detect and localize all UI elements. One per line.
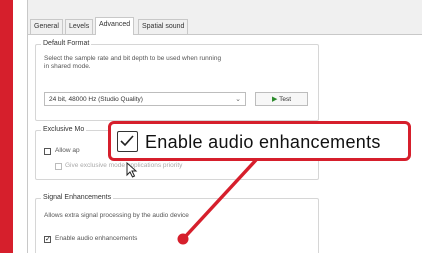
chevron-down-icon: ⌄ xyxy=(235,96,241,103)
zoom-callout: Enable audio enhancements xyxy=(108,121,411,161)
tab-bar: General Levels Advanced Spatial sound xyxy=(28,17,422,35)
enable-enhancements-label: Enable audio enhancements xyxy=(55,235,138,242)
test-button[interactable]: ▶ Test xyxy=(255,92,308,106)
mouse-pointer-icon xyxy=(126,161,138,183)
default-format-description-line1: Select the sample rate and bit depth to … xyxy=(44,55,222,62)
exclusive-mode-title: Exclusive Mo xyxy=(41,126,87,133)
default-format-title: Default Format xyxy=(41,40,92,47)
allow-exclusive-label: Allow ap xyxy=(55,147,80,154)
red-accent-bar xyxy=(0,0,13,253)
default-format-value: 24 bit, 48000 Hz (Studio Quality) xyxy=(49,96,143,103)
default-format-description-line2: in shared mode. xyxy=(44,63,91,70)
default-format-select[interactable]: 24 bit, 48000 Hz (Studio Quality) ⌄ xyxy=(44,92,246,106)
signal-enhancements-group xyxy=(35,198,319,253)
tab-general[interactable]: General xyxy=(30,19,63,34)
priority-label: Give exclusive mode applications priorit… xyxy=(65,162,183,169)
signal-enhancements-description: Allows extra signal processing by the au… xyxy=(44,212,189,219)
priority-checkbox[interactable] xyxy=(55,163,62,170)
tab-levels[interactable]: Levels xyxy=(65,19,94,34)
signal-enhancements-title: Signal Enhancements xyxy=(41,194,114,201)
callout-label: Enable audio enhancements xyxy=(145,132,381,152)
play-icon: ▶ xyxy=(271,96,278,103)
checkbox-checked-icon xyxy=(117,131,138,152)
allow-exclusive-checkbox[interactable] xyxy=(44,148,51,155)
test-button-label: Test xyxy=(279,96,291,103)
enable-enhancements-checkbox[interactable]: ✓ xyxy=(44,236,51,243)
tab-advanced[interactable]: Advanced xyxy=(95,17,135,35)
tab-spatial-sound[interactable]: Spatial sound xyxy=(138,19,189,34)
